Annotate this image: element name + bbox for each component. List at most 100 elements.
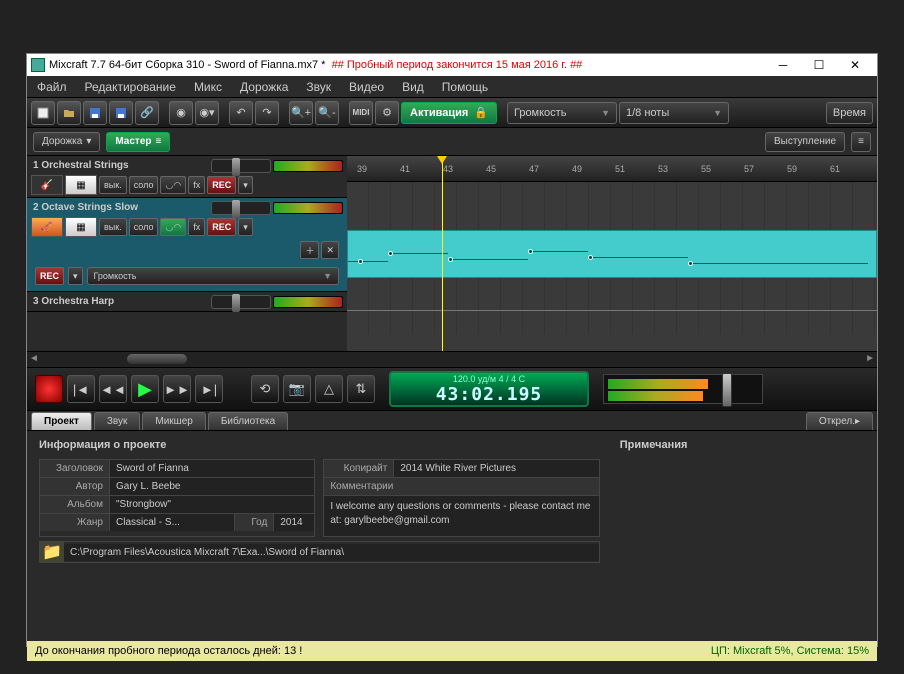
tab-project[interactable]: Проект bbox=[31, 412, 92, 430]
automation-button[interactable]: ◡◠ bbox=[160, 176, 186, 194]
volume-slider[interactable] bbox=[211, 295, 271, 309]
time-button[interactable]: Время bbox=[826, 102, 873, 124]
time-display[interactable]: 120.0 уд/м 4 / 4 C 43:02.195 bbox=[389, 371, 589, 407]
settings-button[interactable]: ⚙ bbox=[375, 101, 399, 125]
comments-field[interactable]: I welcome any questions or comments - pl… bbox=[324, 496, 598, 536]
piano-button[interactable]: ▦ bbox=[65, 217, 97, 237]
copyright-field[interactable]: 2014 White River Pictures bbox=[394, 460, 598, 477]
performance-button[interactable]: Выступление bbox=[765, 132, 845, 152]
lane-rec-button[interactable]: REC bbox=[35, 267, 64, 285]
metronome-button[interactable]: △ bbox=[315, 375, 343, 403]
save-button[interactable] bbox=[83, 101, 107, 125]
menu-edit[interactable]: Редактирование bbox=[81, 78, 180, 96]
album-field[interactable]: "Strongbow" bbox=[110, 496, 314, 513]
ruler[interactable]: 39 41 43 45 47 49 51 53 55 57 59 61 bbox=[347, 156, 877, 182]
menu-video[interactable]: Видео bbox=[345, 78, 388, 96]
horizontal-scrollbar[interactable]: ◄ ► bbox=[27, 351, 877, 367]
save-as-button[interactable] bbox=[109, 101, 133, 125]
forward-end-button[interactable]: ►| bbox=[195, 375, 223, 403]
genre-field[interactable]: Classical - S... bbox=[110, 514, 234, 531]
open-button[interactable] bbox=[57, 101, 81, 125]
track-menu-button[interactable]: ▾ bbox=[238, 176, 253, 194]
menu-track[interactable]: Дорожка bbox=[236, 78, 292, 96]
zoom-out-button[interactable]: 🔍- bbox=[315, 101, 339, 125]
snap-dropdown[interactable]: 1/8 ноты▼ bbox=[619, 102, 729, 124]
redo-button[interactable]: ↷ bbox=[255, 101, 279, 125]
audio-clip[interactable] bbox=[347, 230, 877, 278]
close-button[interactable]: ✕ bbox=[837, 55, 873, 75]
publish-button[interactable]: 🔗 bbox=[135, 101, 159, 125]
rewind-button[interactable]: ◄◄ bbox=[99, 375, 127, 403]
play-button[interactable]: ▶ bbox=[131, 375, 159, 403]
track-chip[interactable]: Дорожка▾ bbox=[33, 132, 100, 152]
rec-arm-button[interactable]: REC bbox=[207, 176, 236, 194]
lane-rec-dd[interactable]: ▾ bbox=[68, 267, 83, 285]
automation-point[interactable] bbox=[448, 257, 453, 262]
tab-mixer[interactable]: Микшер bbox=[142, 412, 205, 430]
menu-mix[interactable]: Микс bbox=[190, 78, 226, 96]
minimize-button[interactable]: ─ bbox=[765, 55, 801, 75]
mute-button[interactable]: вык. bbox=[99, 218, 127, 236]
timeline[interactable]: 39 41 43 45 47 49 51 53 55 57 59 61 bbox=[347, 156, 877, 351]
folder-icon[interactable]: 📁 bbox=[40, 542, 64, 562]
snap-button[interactable]: ⇅ bbox=[347, 375, 375, 403]
scroll-left-icon[interactable]: ◄ bbox=[29, 353, 39, 364]
title-field[interactable]: Sword of Fianna bbox=[110, 460, 314, 477]
scroll-thumb[interactable] bbox=[127, 354, 187, 364]
menu-help[interactable]: Помощь bbox=[438, 78, 492, 96]
remove-lane-button[interactable]: ✕ bbox=[321, 241, 339, 259]
menu-sound[interactable]: Звук bbox=[302, 78, 335, 96]
automation-point[interactable] bbox=[528, 249, 533, 254]
solo-button[interactable]: соло bbox=[129, 176, 159, 194]
solo-button[interactable]: соло bbox=[129, 218, 159, 236]
track-panel: 1 Orchestral Strings 🎸 ▦ вык. соло ◡◠ fx… bbox=[27, 156, 347, 351]
burn-dd-button[interactable]: ◉▾ bbox=[195, 101, 219, 125]
forward-button[interactable]: ►► bbox=[163, 375, 191, 403]
master-chip[interactable]: Мастер≡ bbox=[106, 132, 170, 152]
volume-slider[interactable] bbox=[211, 201, 271, 215]
lane-param-dropdown[interactable]: Громкость▼ bbox=[87, 267, 339, 285]
menu-file[interactable]: Файл bbox=[33, 78, 71, 96]
year-field[interactable]: 2014 bbox=[274, 514, 314, 531]
project-info-panel: Информация о проекте ЗаголовокSword of F… bbox=[27, 431, 877, 641]
automation-point[interactable] bbox=[588, 255, 593, 260]
track-row[interactable]: 2 Octave Strings Slow 🎻 ▦ вык. соло ◡◠ f… bbox=[27, 198, 347, 292]
tab-sound[interactable]: Звук bbox=[94, 412, 141, 430]
piano-button[interactable]: ▦ bbox=[65, 175, 97, 195]
volume-dropdown[interactable]: Громкость▼ bbox=[507, 102, 617, 124]
midi-button[interactable]: MIDI bbox=[349, 101, 373, 125]
track-row[interactable]: 1 Orchestral Strings 🎸 ▦ вык. соло ◡◠ fx… bbox=[27, 156, 347, 198]
automation-button[interactable]: ◡◠ bbox=[160, 218, 186, 236]
undo-button[interactable]: ↶ bbox=[229, 101, 253, 125]
dock-button[interactable]: Открел. ▸ bbox=[806, 412, 873, 430]
rewind-start-button[interactable]: |◄ bbox=[67, 375, 95, 403]
zoom-in-button[interactable]: 🔍+ bbox=[289, 101, 313, 125]
rec-arm-button[interactable]: REC bbox=[207, 218, 236, 236]
track-menu-button[interactable]: ▾ bbox=[238, 218, 253, 236]
fx-button[interactable]: fx bbox=[188, 176, 205, 194]
fx-button[interactable]: fx bbox=[188, 218, 205, 236]
loop-button[interactable]: ⟲ bbox=[251, 375, 279, 403]
track-lane-1[interactable] bbox=[347, 182, 877, 230]
punch-button[interactable]: 📷 bbox=[283, 375, 311, 403]
automation-point[interactable] bbox=[688, 261, 693, 266]
activation-button[interactable]: Активация🔒 bbox=[401, 102, 497, 124]
playhead[interactable] bbox=[442, 156, 443, 351]
scroll-right-icon[interactable]: ► bbox=[865, 353, 875, 364]
volume-slider[interactable] bbox=[211, 159, 271, 173]
automation-point[interactable] bbox=[358, 259, 363, 264]
add-lane-button[interactable]: ＋ bbox=[300, 241, 319, 259]
tab-library[interactable]: Библиотека bbox=[208, 412, 288, 430]
menu-view[interactable]: Вид bbox=[398, 78, 428, 96]
master-fader[interactable] bbox=[722, 373, 732, 407]
track-row[interactable]: 3 Orchestra Harp bbox=[27, 292, 347, 312]
automation-point[interactable] bbox=[388, 251, 393, 256]
maximize-button[interactable]: ☐ bbox=[801, 55, 837, 75]
record-button[interactable] bbox=[35, 375, 63, 403]
new-button[interactable] bbox=[31, 101, 55, 125]
author-field[interactable]: Gary L. Beebe bbox=[110, 478, 314, 495]
automation-lane[interactable] bbox=[347, 278, 877, 334]
performance-menu-button[interactable]: ≡ bbox=[851, 132, 871, 152]
burn-button[interactable]: ◉ bbox=[169, 101, 193, 125]
mute-button[interactable]: вык. bbox=[99, 176, 127, 194]
